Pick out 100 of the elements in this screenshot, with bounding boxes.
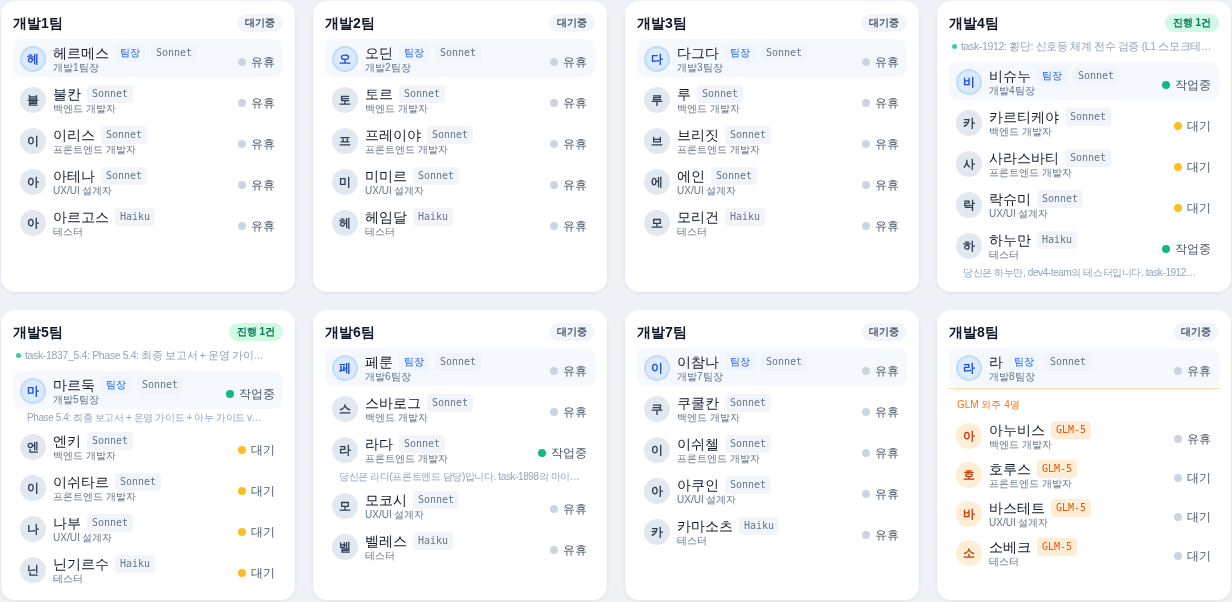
model-tag: Sonnet [1037,190,1084,208]
status-label: 작업중 [1175,78,1211,92]
status-label: 작업중 [1175,242,1211,256]
member-role: 프론트엔드 개발자 [989,167,1073,179]
member-role: 테스터 [53,226,84,238]
status-label: 유휴 [251,219,275,233]
avatar: 이 [644,355,670,381]
model-tag: Sonnet [427,394,474,412]
task-text: task-1837_5.4: Phase 5.4: 최종 보고서 + 운영 가이… [25,348,264,362]
status-dot-icon [16,352,21,358]
model-tag: Sonnet [711,167,758,185]
avatar: 라 [956,355,982,381]
avatar: 아 [20,169,46,195]
member-name: 프레이야 [365,126,421,144]
avatar: 사 [956,151,982,177]
model-tag: GLM-5 [1051,421,1092,439]
model-tag: Sonnet [137,376,184,394]
status-label: 유휴 [875,364,899,378]
member-role: UX/UI 설계자 [365,509,426,521]
status-label: 유휴 [563,219,587,233]
avatar: 호 [956,462,982,488]
avatar: 헤 [20,46,46,72]
member-role: 테스터 [53,573,84,585]
team-title: 개발8팀 [949,323,999,341]
avatar: 루 [644,87,670,113]
status-badge: 대기중 [1173,323,1219,341]
avatar: 나 [20,516,46,542]
role-tag: 팀장 [1037,67,1067,85]
member-name: 다그다 [677,44,719,62]
status-label: 유휴 [563,137,587,151]
member-name: 쿠쿨칸 [677,394,719,412]
member-role: 백엔드 개발자 [677,412,741,424]
member-name: 미미르 [365,167,407,185]
member-name: 이참나 [677,353,719,371]
status-label: 유휴 [251,55,275,69]
member-role: 테스터 [677,226,708,238]
member-role: 백엔드 개발자 [365,103,429,115]
status-label: 대기 [1187,510,1211,524]
avatar: 이 [20,128,46,154]
status-label: 유휴 [251,96,275,110]
model-tag: Sonnet [427,126,474,144]
member-role: 백엔드 개발자 [53,450,117,462]
member-role: 개발5팀장 [53,394,100,406]
member-name: 카마소츠 [677,517,733,535]
team-title: 개발4팀 [949,14,999,32]
member-name: 루 [677,85,691,103]
status-label: 대기 [1187,119,1211,133]
member-name: 오딘 [365,44,393,62]
member-name: 비슈누 [989,67,1031,85]
member-name: 사라스바티 [989,149,1059,167]
avatar: 이 [644,437,670,463]
model-tag: GLM-5 [1051,499,1092,517]
member-role: 프론트엔드 개발자 [365,453,449,465]
member-role: 프론트엔드 개발자 [677,453,761,465]
member-role: 백엔드 개발자 [53,103,117,115]
member-name: 아르고스 [53,208,109,226]
model-tag: Sonnet [1073,67,1120,85]
avatar: 하 [956,233,982,259]
member-role: 백엔드 개발자 [677,103,741,115]
member-role: UX/UI 설계자 [53,532,114,544]
avatar: 모 [644,210,670,236]
status-label: 유휴 [875,487,899,501]
team-title: 개발5팀 [13,323,63,341]
status-label: 유휴 [875,528,899,542]
status-label: 작업중 [239,387,275,401]
status-label: 유휴 [875,178,899,192]
status-badge: 대기중 [861,14,907,32]
model-tag: Sonnet [697,85,744,103]
member-role: UX/UI 설계자 [677,185,738,197]
avatar: 다 [644,46,670,72]
status-badge: 대기중 [549,323,595,341]
model-tag: Sonnet [725,126,772,144]
avatar: 마 [20,378,46,404]
member-role: 테스터 [365,550,396,562]
avatar: 페 [332,355,358,381]
model-tag: Sonnet [725,435,772,453]
task-note: Phase 5.4: 최종 보고서 + 운영 가이드 + 아누 가이드 v… [27,412,262,424]
model-tag: Sonnet [87,85,134,103]
model-tag: Sonnet [413,167,460,185]
status-label: 유휴 [875,55,899,69]
member-name: 헤임달 [365,208,407,226]
member-role: 개발3팀장 [677,62,724,74]
avatar: 프 [332,128,358,154]
member-name: 브리짓 [677,126,719,144]
model-tag: Sonnet [87,514,134,532]
status-dot-icon [952,43,957,49]
avatar: 라 [332,437,358,463]
model-tag: Sonnet [115,473,162,491]
avatar: 엔 [20,434,46,460]
status-label: 대기 [251,525,275,539]
member-role: UX/UI 설계자 [365,185,426,197]
status-label: 유휴 [875,446,899,460]
role-tag: 팀장 [115,44,145,62]
status-badge: 대기중 [861,323,907,341]
member-name: 불칸 [53,85,81,103]
member-role: 개발1팀장 [53,62,100,74]
member-name: 스바로그 [365,394,421,412]
team-title: 개발2팀 [325,14,375,32]
avatar: 아 [956,423,982,449]
avatar: 모 [332,493,358,519]
